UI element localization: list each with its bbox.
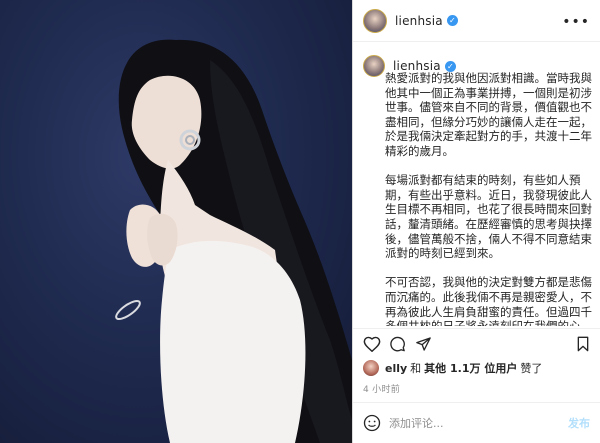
share-icon[interactable] — [415, 336, 432, 352]
caption-avatar[interactable] — [363, 55, 385, 77]
caption-paragraph: 熱愛派對的我與他因派對相識。當時我與他其中一個正為事業拼搏，一個則是初涉世事。儘… — [385, 71, 592, 158]
liker-avatar[interactable] — [363, 360, 379, 376]
post-comment-button[interactable]: 发布 — [568, 415, 590, 431]
bookmark-icon[interactable] — [576, 336, 590, 352]
action-bar — [353, 328, 600, 359]
author-avatar[interactable] — [363, 8, 387, 33]
post-side-panel: lienhsia ✓ ••• lienhsia ✓ 熱愛派對的我與他因派對相識。… — [352, 0, 600, 443]
post-caption: lienhsia ✓ 熱愛派對的我與他因派對相識。當時我與他其中一個正為事業拼搏… — [363, 54, 595, 326]
emoji-icon[interactable] — [363, 414, 381, 432]
caption-paragraph: 不可否認，我與他的決定對雙方都是悲傷而沉痛的。此後我倆不再是親密愛人，不再為彼此… — [385, 275, 592, 326]
likes-and: 和 — [410, 362, 422, 375]
more-icon[interactable]: ••• — [562, 14, 590, 30]
heart-icon[interactable] — [363, 336, 381, 352]
instagram-post: lienhsia ✓ ••• lienhsia ✓ 熱愛派對的我與他因派對相識。… — [0, 0, 600, 443]
author-username[interactable]: lienhsia — [395, 14, 443, 28]
liker-username[interactable]: elly — [385, 362, 407, 375]
likes-suffix: 赞了 — [520, 362, 543, 375]
verified-badge-icon: ✓ — [446, 15, 458, 26]
caption-paragraph: 每場派對都有結束的時刻，有些如人預期，有些出乎意料。近日，我發現彼此人生目標不再… — [385, 173, 592, 261]
verified-badge-icon: ✓ — [444, 60, 456, 72]
likes-summary: elly 和 其他 1.1万 位用户 赞了 — [363, 360, 542, 376]
post-timestamp[interactable]: 4 小时前 — [363, 382, 400, 395]
comment-icon[interactable] — [389, 336, 406, 352]
post-photo[interactable] — [0, 0, 352, 443]
post-header: lienhsia ✓ ••• — [353, 0, 600, 42]
caption-text: 熱愛派對的我與他因派對相識。當時我與他其中一個正為事業拼搏，一個則是初涉世事。儘… — [385, 71, 593, 326]
likes-others-link[interactable]: 其他 1.1万 位用户 — [424, 360, 517, 376]
comment-input[interactable]: 添加评论... — [389, 415, 568, 431]
portrait-illustration — [115, 39, 352, 443]
comment-bar: 添加评论... 发布 — [353, 402, 600, 443]
